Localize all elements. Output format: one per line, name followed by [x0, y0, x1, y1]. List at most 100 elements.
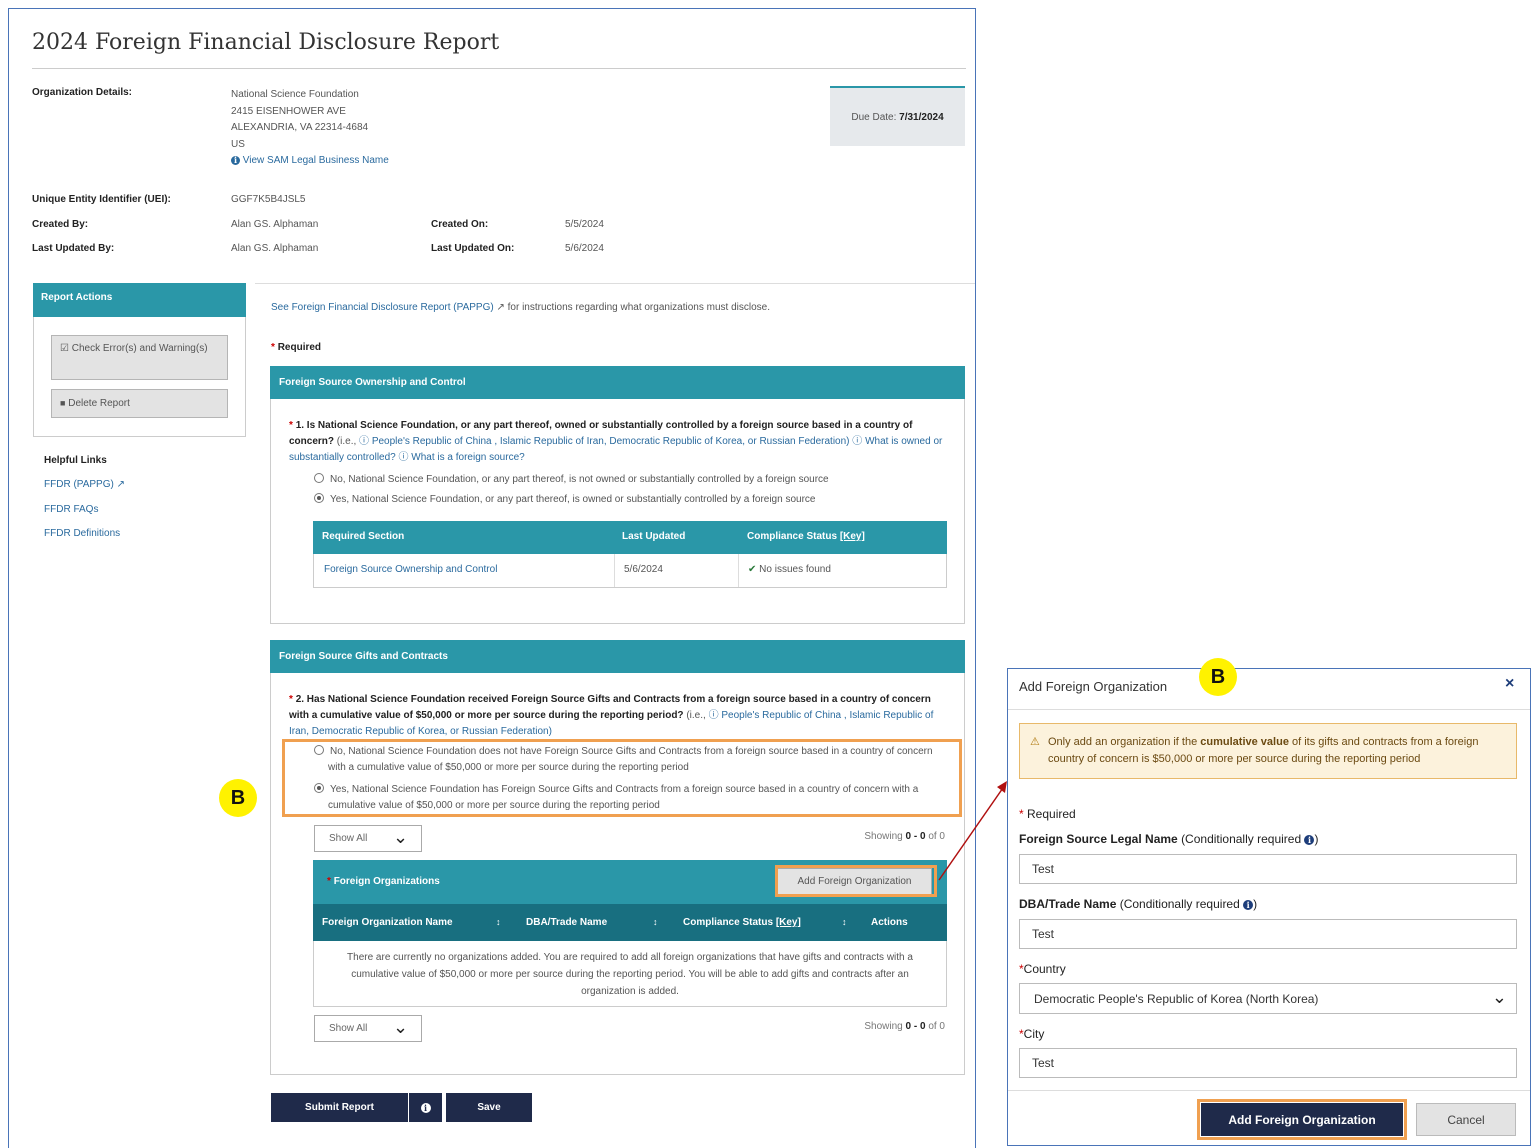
link-label: FFDR (PAPPG) — [44, 479, 114, 490]
chevron-down-icon: ⌄ — [1491, 987, 1507, 1007]
close-icon[interactable]: × — [1505, 675, 1514, 693]
highlight-add-button — [775, 865, 937, 897]
check-circle-icon: ✔ — [748, 564, 757, 575]
external-link-icon: ↗ — [116, 479, 125, 490]
warning-banner: ⚠ Only add an organization if the cumula… — [1019, 723, 1517, 779]
q1-option-no-label: No, National Science Foundation, or any … — [330, 474, 829, 485]
modal-footer-rule — [1008, 1090, 1530, 1091]
col-actions: Actions — [871, 917, 908, 928]
org-line: ALEXANDRIA, VA 22314-4684 — [231, 122, 369, 133]
sam-link[interactable]: i View SAM Legal Business Name — [231, 153, 389, 170]
info-icon[interactable]: i — [1243, 900, 1254, 910]
section-gifts-header: Foreign Source Gifts and Contracts — [270, 640, 965, 673]
key-link[interactable]: [Key] — [776, 917, 801, 928]
col-dba-name[interactable]: DBA/Trade Name — [526, 917, 607, 928]
legal-name-label: Foreign Source Legal Name (Conditionally… — [1019, 832, 1319, 846]
created-on-value: 5/5/2024 — [565, 219, 604, 230]
link-ffdr-definitions[interactable]: FFDR Definitions — [44, 528, 120, 539]
orgs-table-header: Foreign Organization Name ↕ DBA/Trade Na… — [313, 904, 947, 941]
show-all-label: Show All — [329, 1023, 368, 1034]
submit-report-button[interactable]: Submit Report — [271, 1093, 408, 1122]
foreign-source-link[interactable]: What is a foreign source? — [411, 452, 524, 463]
dba-input[interactable]: Test — [1019, 919, 1517, 949]
col-required-section: Required Section — [322, 531, 405, 542]
pointer-arrow — [938, 781, 1007, 881]
warning-icon: ⚠ — [1030, 736, 1040, 748]
row-updated: 5/6/2024 — [624, 564, 663, 575]
pappg-link[interactable]: See Foreign Financial Disclosure Report … — [271, 302, 494, 313]
sort-icon[interactable]: ↕ — [653, 917, 658, 927]
trash-icon: ■ — [60, 398, 66, 408]
sam-link-text: View SAM Legal Business Name — [242, 155, 389, 166]
check-errors-label: Check Error(s) and Warning(s) — [71, 343, 208, 354]
col-compliance-status: Compliance Status [Key] — [747, 531, 865, 542]
showing-range: 0 - 0 — [905, 831, 926, 842]
city-input[interactable]: Test — [1019, 1048, 1517, 1078]
link-ffdr-pappg[interactable]: FFDR (PAPPG) ↗ — [44, 479, 125, 490]
submit-info-button[interactable]: i — [409, 1093, 442, 1122]
helpful-links-title: Helpful Links — [44, 455, 107, 466]
highlight-q2-options — [282, 739, 962, 817]
info-icon: i — [231, 156, 240, 165]
legal-name-input[interactable]: Test — [1019, 854, 1517, 884]
question-2: * 2. Has National Science Foundation rec… — [289, 694, 934, 737]
modal-required-note: * Required — [1019, 807, 1076, 821]
modal-cancel-button[interactable]: Cancel — [1416, 1103, 1516, 1136]
page-title: 2024 Foreign Financial Disclosure Report — [32, 30, 500, 55]
modal-required-text: Required — [1027, 807, 1076, 821]
row-status: ✔ No issues found — [748, 564, 831, 575]
org-line: National Science Foundation — [231, 89, 359, 100]
save-button[interactable]: Save — [446, 1093, 532, 1122]
delete-report-label: Delete Report — [68, 398, 130, 409]
created-on-label: Created On: — [431, 219, 489, 230]
info-icon: ⓘ — [852, 436, 863, 447]
org-details-label: Organization Details: — [32, 87, 133, 98]
legal-name-label-text: Foreign Source Legal Name — [1019, 832, 1178, 846]
updated-by-label: Last Updated By: — [32, 243, 115, 254]
show-all-select-top[interactable]: Show All ⌄ — [314, 825, 422, 852]
cell-divider — [614, 554, 615, 587]
sort-icon[interactable]: ↕ — [842, 917, 847, 927]
updated-by-value: Alan GS. Alphaman — [231, 243, 319, 254]
cond-required-text: (Conditionally required — [1119, 897, 1240, 911]
info-icon[interactable]: i — [1304, 835, 1315, 845]
table-row: Foreign Source Ownership and Control 5/6… — [313, 554, 947, 588]
sort-icon[interactable]: ↕ — [496, 917, 501, 927]
country-select[interactable]: Democratic People's Republic of Korea (N… — [1019, 983, 1517, 1014]
show-all-select-bottom[interactable]: Show All ⌄ — [314, 1015, 422, 1042]
question-1: * 1. Is National Science Foundation, or … — [289, 420, 943, 463]
add-foreign-org-modal: Add Foreign Organization × ⚠ Only add an… — [1007, 668, 1531, 1146]
badge-b-left: B — [219, 779, 257, 817]
q1-option-yes[interactable]: Yes, National Science Foundation, or any… — [314, 492, 815, 508]
row-section-link[interactable]: Foreign Source Ownership and Control — [324, 564, 497, 575]
col-compliance-label: Compliance Status — [747, 531, 838, 542]
title-divider — [32, 68, 966, 69]
col-org-name[interactable]: Foreign Organization Name — [322, 917, 453, 928]
uei-value: GGF7K5B4JSL5 — [231, 194, 306, 205]
key-link[interactable]: [Key] — [840, 531, 865, 542]
showing-prefix: Showing — [864, 1021, 903, 1032]
info-icon: ⓘ — [359, 436, 370, 447]
section-ownership-header: Foreign Source Ownership and Control — [270, 366, 965, 399]
check-errors-button[interactable]: ☑ Check Error(s) and Warning(s) — [51, 335, 228, 380]
delete-report-button[interactable]: ■ Delete Report — [51, 389, 228, 418]
updated-on-label: Last Updated On: — [431, 243, 515, 254]
countries-link[interactable]: People's Republic of China , Islamic Rep… — [372, 436, 850, 447]
country-label-text: Country — [1023, 962, 1066, 976]
cell-divider — [738, 554, 739, 587]
col-compliance-status[interactable]: Compliance Status [Key] — [683, 917, 801, 928]
foreign-orgs-title: * Foreign Organizations — [327, 876, 440, 887]
created-by-label: Created By: — [32, 219, 89, 230]
showing-suffix: of 0 — [928, 1021, 945, 1032]
row-status-text: No issues found — [759, 564, 831, 575]
showing-range: 0 - 0 — [905, 1021, 926, 1032]
q1-option-no[interactable]: No, National Science Foundation, or any … — [314, 472, 829, 488]
intro-text: See Foreign Financial Disclosure Report … — [271, 302, 770, 313]
org-line: 2415 EISENHOWER AVE — [231, 105, 346, 117]
showing-prefix: Showing — [864, 831, 903, 842]
foreign-orgs-title-text: Foreign Organizations — [333, 876, 440, 887]
radio-checked[interactable] — [314, 493, 324, 503]
show-all-label: Show All — [329, 833, 368, 844]
link-ffdr-faqs[interactable]: FFDR FAQs — [44, 504, 98, 515]
radio-unchecked[interactable] — [314, 473, 324, 483]
